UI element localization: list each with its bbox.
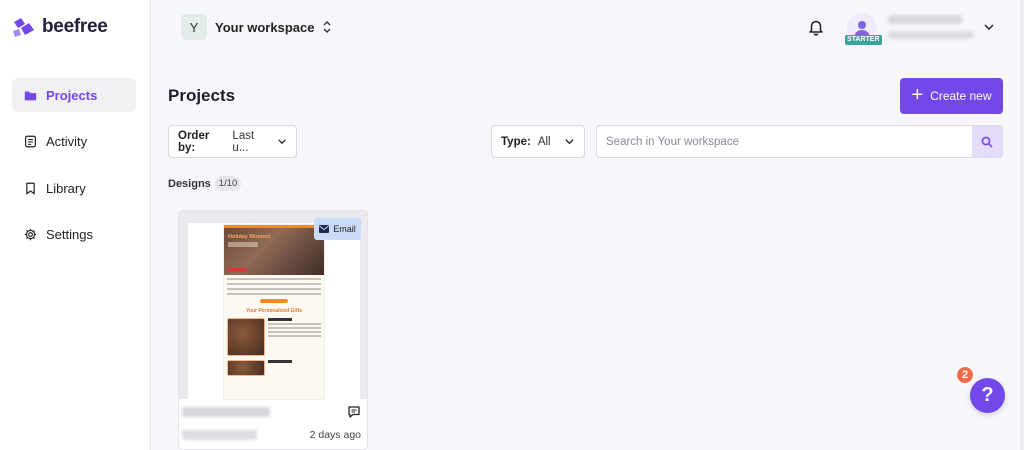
email-text-line (227, 293, 321, 295)
email-section-title: Your Personalized Gifts (245, 308, 303, 314)
plus-icon: + (911, 84, 924, 106)
type-label: Type: (501, 135, 531, 148)
thumbnail-page: Holiday Moment Your Personalized Gifts (188, 223, 360, 400)
workspace-switcher[interactable]: Y Your workspace (181, 14, 332, 40)
sidebar-item-library[interactable]: Library (12, 171, 136, 205)
create-new-button[interactable]: + Create new (900, 78, 1003, 114)
email-hero-title: Holiday Moment (228, 234, 271, 240)
designs-header: Designs 1/10 (168, 176, 242, 191)
sidebar-nav: Projects Activity Library Settings (12, 78, 136, 264)
notification-badge: 2 (955, 365, 975, 385)
help-button[interactable]: ? (970, 378, 1005, 413)
order-by-label: Order by: (178, 129, 210, 154)
gear-icon (24, 228, 37, 241)
order-by-value: Last u... (232, 129, 255, 154)
chevron-down-icon (565, 139, 574, 145)
email-product-title (268, 318, 292, 321)
workspace-name: Your workspace (215, 19, 315, 35)
email-product-text (268, 318, 321, 356)
modified-time: 2 days ago (309, 429, 361, 441)
design-card[interactable]: Holiday Moment Your Personalized Gifts E… (178, 210, 368, 450)
email-type-label: Email (333, 224, 356, 234)
email-type-badge: Email (314, 218, 361, 240)
designs-count: 1/10 (214, 176, 242, 191)
bell-icon[interactable] (807, 18, 825, 36)
sidebar-item-label: Library (46, 180, 86, 196)
comment-icon[interactable] (347, 405, 361, 419)
order-by-select[interactable]: Order by: Last u... (168, 125, 297, 158)
email-hero-subtitle (228, 242, 258, 247)
design-thumbnail[interactable]: Holiday Moment Your Personalized Gifts E… (179, 211, 367, 400)
email-hero-image: Holiday Moment (224, 228, 324, 275)
email-text-line (227, 278, 321, 280)
brand-name: beefree (42, 16, 108, 37)
search-icon (981, 136, 993, 148)
sidebar-item-activity[interactable]: Activity (12, 125, 136, 159)
beefree-logo-icon (13, 18, 34, 37)
plan-badge: STARTER (845, 35, 882, 45)
design-title-redacted (182, 407, 270, 417)
mail-icon (319, 225, 330, 233)
bookmark-icon (26, 182, 35, 194)
email-preview: Holiday Moment Your Personalized Gifts (223, 224, 325, 400)
user-email-redacted (888, 31, 974, 39)
email-text-line (227, 288, 321, 290)
workspace-avatar: Y (181, 14, 207, 40)
email-text-line (268, 323, 321, 325)
chevron-down-icon (278, 139, 286, 145)
sidebar-item-label: Projects (46, 87, 98, 103)
search-box (596, 125, 1003, 158)
email-product-image (227, 318, 265, 356)
activity-icon (25, 135, 36, 148)
email-text-line (268, 335, 321, 337)
page-title: Projects (168, 86, 236, 105)
user-name-redacted (888, 15, 962, 24)
email-text-line (268, 327, 321, 329)
folder-icon (24, 90, 37, 100)
email-text-line (268, 331, 321, 333)
scrollbar[interactable] (1020, 0, 1024, 450)
email-product-row (227, 318, 321, 356)
sidebar-item-label: Activity (46, 134, 88, 149)
search-button[interactable] (972, 126, 1002, 157)
email-product-text (268, 360, 321, 376)
type-value: All (537, 135, 551, 148)
email-product-image (227, 360, 265, 376)
sidebar: beefree Projects Activity Library Settin… (0, 0, 151, 450)
logo[interactable]: beefree (12, 16, 108, 38)
search-input[interactable] (597, 126, 973, 157)
create-new-label: Create new (930, 89, 992, 103)
chevron-down-icon[interactable] (983, 21, 995, 33)
email-cta-button (260, 299, 288, 303)
email-product-row (227, 360, 321, 376)
email-product-title (268, 360, 292, 363)
email-hero-button (228, 268, 246, 272)
updown-chevron-icon (323, 21, 331, 33)
sidebar-item-settings[interactable]: Settings (12, 218, 136, 252)
designs-label: Designs (168, 177, 211, 190)
email-text-line (227, 283, 321, 285)
type-select[interactable]: Type: All (491, 125, 585, 158)
design-owner-redacted (182, 430, 257, 440)
sidebar-item-projects[interactable]: Projects (12, 78, 136, 112)
sidebar-item-label: Settings (46, 227, 93, 242)
